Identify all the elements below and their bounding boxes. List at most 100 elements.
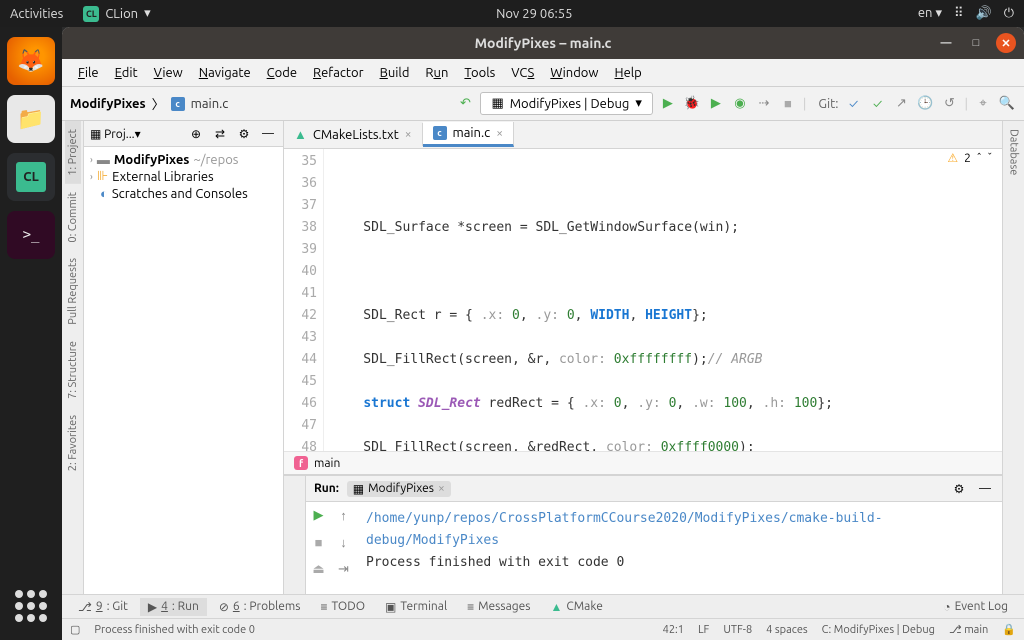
dock-firefox[interactable]: 🦊 <box>7 37 55 85</box>
search-everywhere-icon[interactable]: 🔍 <box>998 95 1016 113</box>
menu-navigate[interactable]: Navigate <box>193 63 257 83</box>
close-icon[interactable]: × <box>438 482 445 495</box>
btab-event-log[interactable]: ◔ Event Log <box>935 598 1016 616</box>
right-gutter: Database <box>1002 121 1024 594</box>
volume-icon[interactable]: 🔊 <box>976 6 992 21</box>
minimize-button[interactable]: — <box>936 33 956 53</box>
build-icon: ▦ <box>353 482 364 496</box>
git-label: Git: <box>818 97 838 111</box>
tab-commit[interactable]: 0: Commit <box>65 184 81 251</box>
clock[interactable]: Nov 29 06:55 <box>151 7 918 21</box>
rerun-button[interactable]: ▶ <box>314 508 324 523</box>
git-branch[interactable]: ⎇ main <box>949 623 988 636</box>
git-rollback-icon[interactable]: ↺ <box>941 95 959 113</box>
breadcrumb-file[interactable]: main.c <box>191 97 229 111</box>
tab-project[interactable]: 1: Project <box>65 121 81 184</box>
tree-ext-libs[interactable]: › ⊪ External Libraries <box>88 168 279 185</box>
project-view-selector[interactable]: ▦ Proj...▾ <box>90 127 141 141</box>
tree-root[interactable]: › ▬ ModifyPixes ~/repos <box>88 151 279 168</box>
menu-code[interactable]: Code <box>261 63 303 83</box>
run-button[interactable]: ▶ <box>659 95 677 113</box>
project-tree[interactable]: › ▬ ModifyPixes ~/repos › ⊪ External Lib… <box>84 147 283 206</box>
dock-clion[interactable]: CL <box>7 153 55 201</box>
tab-favorites[interactable]: 2: Favorites <box>65 407 81 479</box>
maximize-button[interactable]: □ <box>966 33 986 53</box>
function-icon: f <box>294 456 308 470</box>
hide-icon[interactable]: — <box>976 480 994 498</box>
btab-messages[interactable]: ≡ Messages <box>459 598 538 616</box>
line-separator[interactable]: LF <box>698 624 709 636</box>
exit-button[interactable]: ⏏ <box>312 562 324 577</box>
menu-refactor[interactable]: Refactor <box>307 63 370 83</box>
btab-todo[interactable]: ≡ TODO <box>312 598 373 616</box>
wrap-icon[interactable]: ⇥ <box>338 562 349 577</box>
gear-icon[interactable]: ⚙ <box>235 125 253 143</box>
app-menu[interactable]: CL CLion ▾ <box>83 6 150 22</box>
hide-icon[interactable]: — <box>259 125 277 143</box>
menu-tools[interactable]: Tools <box>458 63 501 83</box>
code-content[interactable]: SDL_Surface *screen = SDL_GetWindowSurfa… <box>324 149 1002 451</box>
git-commit-icon[interactable]: ✓ <box>869 95 887 113</box>
coverage-button[interactable]: ▶ <box>707 95 725 113</box>
gutter[interactable]: 3536373839404142434445464748 <box>284 149 324 451</box>
file-encoding[interactable]: UTF-8 <box>723 624 752 636</box>
language-indicator[interactable]: en ▾ <box>918 6 942 21</box>
back-icon[interactable]: ↶ <box>456 95 474 113</box>
btab-git[interactable]: ⎇ 9: Git <box>70 598 136 616</box>
git-push-icon[interactable]: ↗ <box>893 95 911 113</box>
tab-cmakelists[interactable]: ▲ CMakeLists.txt × <box>284 123 423 146</box>
expand-icon[interactable]: ⇄ <box>211 125 229 143</box>
dock-show-apps[interactable] <box>7 582 55 630</box>
context-config[interactable]: C: ModifyPixes | Debug <box>822 624 935 636</box>
run-tab[interactable]: ▦ ModifyPixes × <box>347 481 451 497</box>
power-icon[interactable]: ⏻ <box>1004 6 1014 21</box>
lock-icon[interactable]: 🔒 <box>1002 623 1016 636</box>
menu-vcs[interactable]: VCS <box>505 63 540 83</box>
btab-cmake[interactable]: ▲ CMake <box>543 598 611 616</box>
breadcrumb-project[interactable]: ModifyPixes <box>70 97 146 111</box>
close-icon[interactable]: × <box>405 128 412 141</box>
menu-help[interactable]: Help <box>609 63 648 83</box>
menu-build[interactable]: Build <box>374 63 416 83</box>
network-icon[interactable]: ⠿ <box>954 6 964 21</box>
editor-breadcrumb[interactable]: f main <box>284 451 1002 475</box>
stop-button[interactable]: ■ <box>779 95 797 113</box>
tab-structure[interactable]: 7: Structure <box>65 333 81 407</box>
editor[interactable]: ⚠ 2 ˆ ˇ 3536373839404142434445464748 SDL… <box>284 149 1002 451</box>
btab-terminal[interactable]: ▣ Terminal <box>377 598 455 616</box>
down-icon[interactable]: ↓ <box>340 535 347 550</box>
menu-edit[interactable]: Edit <box>109 63 144 83</box>
close-icon[interactable]: × <box>496 127 503 140</box>
stop-button[interactable]: ■ <box>315 535 323 550</box>
activities-button[interactable]: Activities <box>10 7 63 21</box>
run-config-selector[interactable]: ▦ ModifyPixes | Debug ▾ <box>480 92 652 115</box>
dock-terminal[interactable]: >_ <box>7 211 55 259</box>
profile-button[interactable]: ◉ <box>731 95 749 113</box>
btab-problems[interactable]: ⊘ 6: Problems <box>211 598 309 616</box>
close-button[interactable]: ✕ <box>996 33 1016 53</box>
attach-button[interactable]: ⇢ <box>755 95 773 113</box>
dock-files[interactable]: 📁 <box>7 95 55 143</box>
cursor-position[interactable]: 42:1 <box>663 624 684 636</box>
btab-run[interactable]: ▶ 4: Run <box>140 598 207 616</box>
search-icon[interactable]: ⌖ <box>974 95 992 113</box>
gear-icon[interactable]: ⚙ <box>950 480 968 498</box>
debug-button[interactable]: 🐞 <box>683 95 701 113</box>
status-tool-icon[interactable]: ▢ <box>70 623 80 636</box>
target-icon[interactable]: ⊕ <box>187 125 205 143</box>
tab-pull-requests[interactable]: Pull Requests <box>65 250 81 333</box>
tree-scratches[interactable]: ◐ Scratches and Consoles <box>88 185 279 202</box>
menu-file[interactable]: File <box>72 63 105 83</box>
up-icon[interactable]: ↑ <box>340 508 347 523</box>
tab-database[interactable]: Database <box>1006 121 1022 183</box>
menu-view[interactable]: View <box>148 63 189 83</box>
menu-run[interactable]: Run <box>419 63 454 83</box>
git-history-icon[interactable]: 🕒 <box>917 95 935 113</box>
tab-main-c[interactable]: c main.c × <box>423 122 514 147</box>
git-update-icon[interactable]: ✓ <box>845 95 863 113</box>
menu-window[interactable]: Window <box>544 63 604 83</box>
titlebar[interactable]: ModifyPixes – main.c — □ ✕ <box>62 27 1024 59</box>
c-file-icon: c <box>171 97 185 111</box>
run-output[interactable]: /home/yunp/repos/CrossPlatformCCourse202… <box>356 502 1002 594</box>
indent-setting[interactable]: 4 spaces <box>766 624 808 636</box>
